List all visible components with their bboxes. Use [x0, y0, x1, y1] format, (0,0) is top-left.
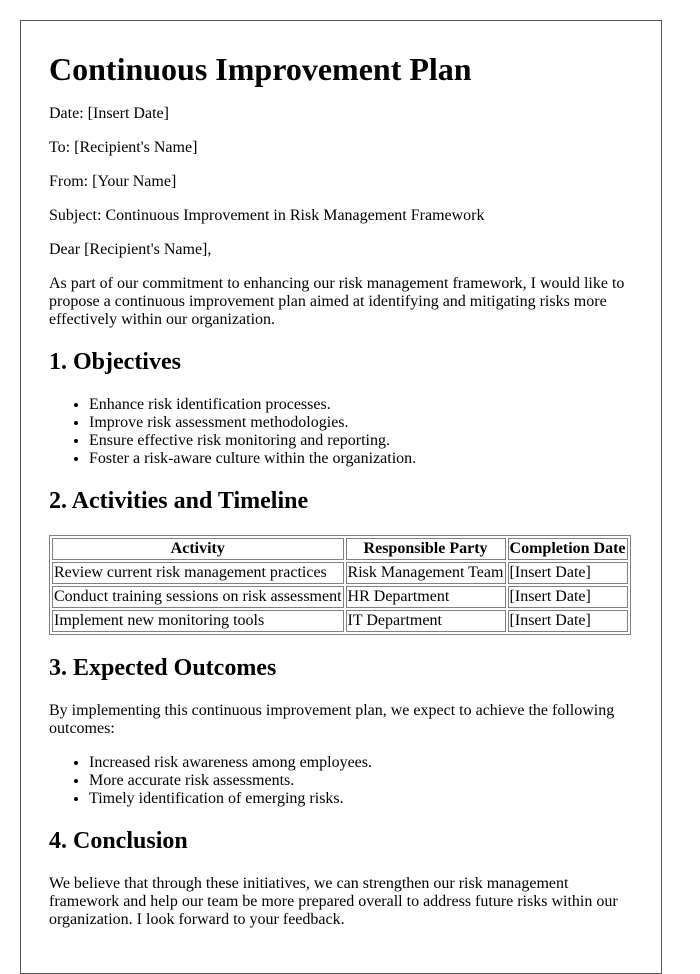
outcomes-list: Increased risk awareness among employees…: [49, 754, 633, 808]
table-row: Conduct training sessions on risk assess…: [52, 586, 628, 608]
salutation: Dear [Recipient's Name],: [49, 241, 212, 258]
list-item: Increased risk awareness among employees…: [89, 754, 633, 772]
activities-heading: 2. Activities and Timeline: [49, 488, 309, 514]
responsible-party-cell: HR Department: [345, 586, 506, 608]
completion-date-cell: [Insert Date]: [507, 562, 628, 584]
objectives-list: Enhance risk identification processes. I…: [49, 396, 633, 468]
date-label: Date:: [49, 105, 84, 122]
list-item: Enhance risk identification processes.: [89, 396, 633, 414]
intro-paragraph: As part of our commitment to enhancing o…: [49, 275, 625, 328]
document-title: Continuous Improvement Plan: [49, 51, 472, 87]
completion-date-cell: [Insert Date]: [507, 586, 628, 608]
outcomes-heading: 3. Expected Outcomes: [49, 655, 277, 681]
column-header-responsible-party: Responsible Party: [345, 538, 506, 560]
activity-cell: Conduct training sessions on risk assess…: [52, 586, 344, 608]
list-item: Improve risk assessment methodologies.: [89, 414, 633, 432]
date-line: Date: [Insert Date]: [49, 105, 633, 123]
responsible-party-cell: IT Department: [345, 610, 506, 632]
to-line: To: [Recipient's Name]: [49, 139, 633, 157]
to-label: To:: [49, 139, 71, 156]
list-item: More accurate risk assessments.: [89, 772, 633, 790]
completion-date-cell: [Insert Date]: [507, 610, 628, 632]
from-line: From: [Your Name]: [49, 173, 633, 191]
date-value: [Insert Date]: [87, 105, 169, 122]
list-item: Foster a risk-aware culture within the o…: [89, 450, 633, 468]
table-row: Review current risk management practices…: [52, 562, 628, 584]
from-value: [Your Name]: [92, 173, 177, 190]
table-row: Implement new monitoring tools IT Depart…: [52, 610, 628, 632]
from-label: From:: [49, 173, 89, 190]
list-item: Ensure effective risk monitoring and rep…: [89, 432, 633, 450]
subject-line: Subject: Continuous Improvement in Risk …: [49, 207, 633, 225]
activity-cell: Review current risk management practices: [52, 562, 344, 584]
conclusion-paragraph: We believe that through these initiative…: [49, 875, 618, 928]
subject-value: Continuous Improvement in Risk Managemen…: [105, 207, 485, 224]
table-header-row: Activity Responsible Party Completion Da…: [52, 538, 628, 560]
conclusion-heading: 4. Conclusion: [49, 828, 188, 854]
letter-document: Continuous Improvement Plan Date: [Inser…: [20, 20, 662, 974]
outcomes-intro: By implementing this continuous improvem…: [49, 702, 615, 737]
objectives-heading: 1. Objectives: [49, 349, 181, 375]
column-header-completion-date: Completion Date: [507, 538, 628, 560]
to-value: [Recipient's Name]: [74, 139, 198, 156]
activity-cell: Implement new monitoring tools: [52, 610, 344, 632]
responsible-party-cell: Risk Management Team: [345, 562, 506, 584]
list-item: Timely identification of emerging risks.: [89, 790, 633, 808]
activities-table: Activity Responsible Party Completion Da…: [49, 535, 631, 635]
column-header-activity: Activity: [52, 538, 344, 560]
subject-label: Subject:: [49, 207, 102, 224]
